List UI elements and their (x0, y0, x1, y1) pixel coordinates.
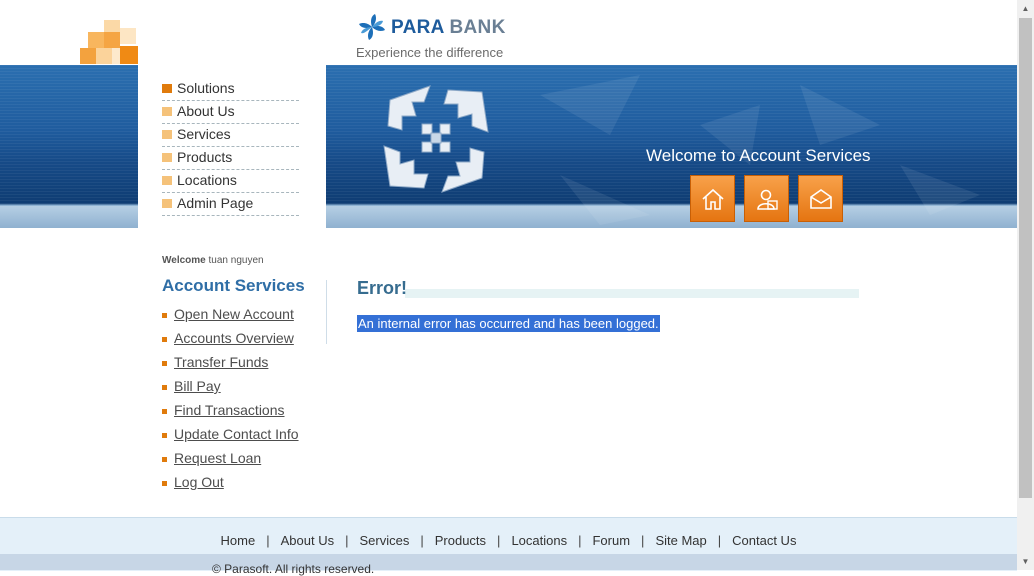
home-icon (701, 188, 724, 210)
arrows-logo-icon (383, 85, 489, 193)
footer-link-about-us[interactable]: About Us (281, 533, 334, 548)
menu-item-locations: Locations (162, 170, 299, 193)
brand-para: PARA (391, 17, 444, 38)
footer-bottom-strip (0, 554, 1017, 570)
bullet-icon (162, 361, 167, 366)
footer-separator: | (266, 533, 270, 548)
menu-item-products: Products (162, 147, 299, 170)
footer-separator: | (641, 533, 645, 548)
error-message: An internal error has occurred and has b… (357, 315, 660, 332)
menu-bullet-icon (162, 107, 172, 116)
bullet-icon (162, 409, 167, 414)
menu-bullet-icon (162, 199, 172, 208)
bill-pay-link[interactable]: Bill Pay (174, 378, 221, 394)
menu-bullet-icon (162, 153, 172, 162)
menu-link-about-us[interactable]: About Us (177, 101, 235, 121)
menu-bullet-icon (162, 176, 172, 185)
footer-link-site-map[interactable]: Site Map (655, 533, 706, 548)
sidebar-divider (326, 280, 327, 344)
scroll-up-arrow-icon[interactable]: ▲ (1017, 0, 1034, 17)
update-contact-info-link[interactable]: Update Contact Info (174, 426, 299, 442)
menu-item-services: Services (162, 124, 299, 147)
menu-bullet-icon (162, 84, 172, 93)
bullet-icon (162, 337, 167, 342)
top-menu: Solutions About Us Services Products Loc… (162, 78, 299, 216)
menu-link-admin-page[interactable]: Admin Page (177, 193, 253, 213)
find-transactions-link[interactable]: Find Transactions (174, 402, 285, 418)
footer-link-forum[interactable]: Forum (592, 533, 630, 548)
page-title: Error! (357, 278, 408, 298)
menu-link-products[interactable]: Products (177, 147, 232, 167)
menu-item-solutions: Solutions (162, 78, 299, 101)
footer-separator: | (497, 533, 501, 548)
copyright: © Parasoft. All rights reserved. (212, 562, 375, 576)
contact-icon (756, 189, 778, 210)
bullet-icon (162, 313, 167, 318)
mail-icon (809, 188, 832, 209)
menu-link-solutions[interactable]: Solutions (177, 78, 235, 98)
log-out-link[interactable]: Log Out (174, 474, 224, 490)
brand-bank: BANK (449, 17, 506, 38)
scroll-thumb[interactable] (1019, 18, 1032, 498)
pinwheel-icon (359, 14, 385, 40)
accounts-overview-link[interactable]: Accounts Overview (174, 330, 294, 346)
title-underline-bar (405, 289, 859, 298)
scroll-down-arrow-icon[interactable]: ▼ (1017, 553, 1034, 570)
cube-logo[interactable] (80, 18, 140, 66)
menu-item-about-us: About Us (162, 101, 299, 124)
footer-link-services[interactable]: Services (359, 533, 409, 548)
footer-separator: | (420, 533, 424, 548)
menu-link-services[interactable]: Services (177, 124, 231, 144)
account-services-title: Account Services (162, 276, 305, 295)
home-button[interactable] (690, 175, 735, 222)
footer-separator: | (345, 533, 349, 548)
tagline: Experience the difference (356, 45, 504, 60)
welcome-user: Welcome tuan nguyen (162, 255, 264, 266)
menu-bullet-icon (162, 130, 172, 139)
mail-button[interactable] (798, 175, 843, 222)
footer-link-home[interactable]: Home (221, 533, 256, 548)
bullet-icon (162, 457, 167, 462)
vertical-scrollbar[interactable]: ▲ ▼ (1017, 0, 1034, 570)
menu-item-admin-page: Admin Page (162, 193, 299, 216)
brand-name: PARA BANK (391, 17, 506, 39)
bullet-icon (162, 433, 167, 438)
user-name: tuan nguyen (208, 255, 264, 266)
footer-link-contact-us[interactable]: Contact Us (732, 533, 796, 548)
footer-link-products[interactable]: Products (435, 533, 486, 548)
welcome-label: Welcome (162, 255, 206, 266)
banner-welcome-text: Welcome to Account Services (646, 146, 871, 165)
transfer-funds-link[interactable]: Transfer Funds (174, 354, 268, 370)
footer-link-locations[interactable]: Locations (511, 533, 567, 548)
open-new-account-link[interactable]: Open New Account (174, 306, 294, 322)
menu-link-locations[interactable]: Locations (177, 170, 237, 190)
contact-button[interactable] (744, 175, 789, 222)
request-loan-link[interactable]: Request Loan (174, 450, 261, 466)
footer-separator: | (717, 533, 722, 548)
footer-links: Home | About Us | Services | Products | Location… (0, 533, 1017, 548)
top-header: PARA BANK Experience the difference (0, 0, 1017, 65)
footer-separator: | (578, 533, 582, 548)
bullet-icon (162, 385, 167, 390)
bullet-icon (162, 481, 167, 486)
